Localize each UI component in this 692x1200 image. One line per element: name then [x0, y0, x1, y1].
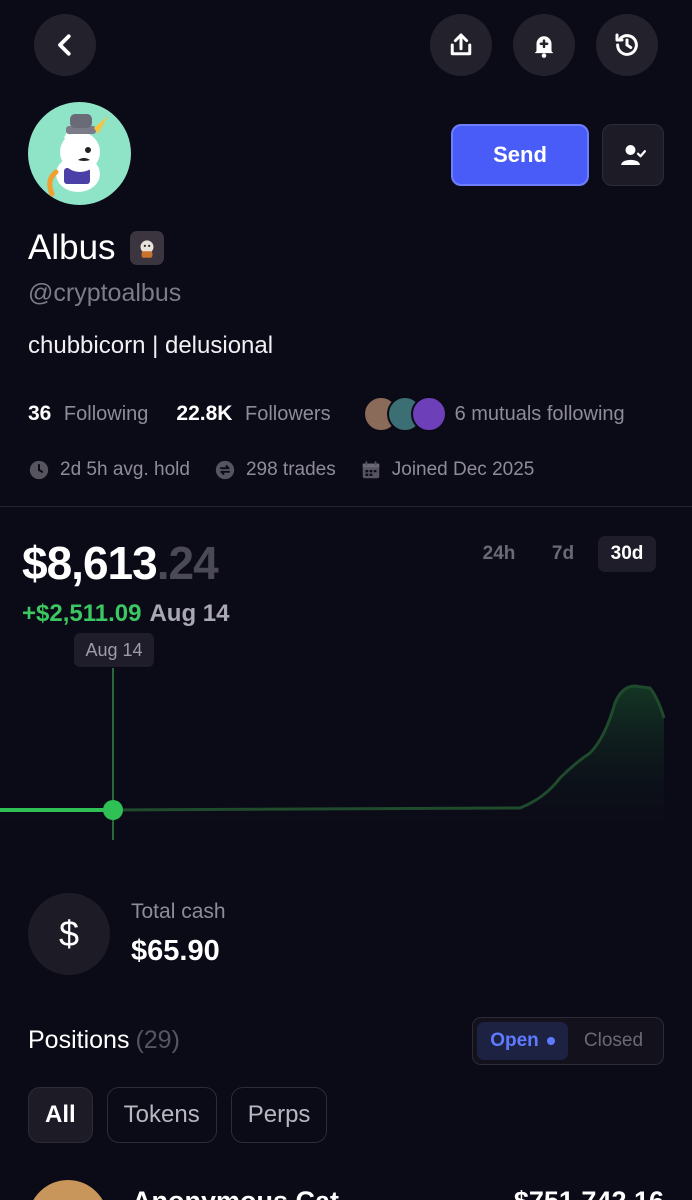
followers-label: Followers	[245, 403, 331, 425]
user-check-icon	[621, 145, 646, 165]
follow-button[interactable]	[602, 124, 664, 186]
period-7d[interactable]: 7d	[534, 536, 592, 572]
followers-count: 22.8K	[176, 402, 233, 425]
positions-label: Positions	[28, 1026, 130, 1054]
profile-avatar[interactable]	[28, 102, 131, 205]
following-count: 36	[28, 402, 52, 425]
toggle-closed[interactable]: Closed	[568, 1022, 659, 1060]
profile-stats: 36 Following 22.8K Followers 6 mutuals f…	[28, 396, 625, 432]
chart-cursor-dot[interactable]	[103, 800, 123, 820]
send-button[interactable]: Send	[451, 124, 589, 186]
portfolio-value: $8,613.24	[22, 536, 219, 590]
portfolio-value-cents: .24	[156, 537, 219, 589]
mutuals-avatars[interactable]	[362, 396, 451, 432]
following-label: Following	[63, 403, 149, 425]
chevron-left-icon	[58, 34, 71, 56]
cash-value: $65.90	[131, 935, 220, 967]
swap-icon	[215, 460, 235, 480]
mutuals-label[interactable]: 6 mutuals following	[455, 403, 625, 426]
section-divider	[0, 506, 692, 507]
portfolio-change: +$2,511.09 Aug 14	[22, 600, 229, 628]
position-row[interactable]: Anonymous Cat $751,742.16	[28, 1180, 664, 1200]
mutual-avatar	[410, 396, 447, 432]
notify-button[interactable]	[513, 14, 575, 76]
portfolio-chart[interactable]	[0, 668, 692, 850]
portfolio-change-amount: +$2,511.09	[22, 600, 142, 627]
filter-all[interactable]: All	[28, 1087, 93, 1143]
token-value: $751,742.16	[514, 1186, 664, 1200]
history-button[interactable]	[596, 14, 658, 76]
calendar-icon	[362, 461, 379, 479]
avg-hold: 2d 5h avg. hold	[60, 459, 190, 480]
share-icon	[450, 33, 472, 56]
positions-title: Positions (29)	[28, 1026, 180, 1055]
toggle-open[interactable]: Open	[477, 1022, 568, 1060]
profile-bio: chubbicorn | delusional	[28, 332, 274, 359]
token-name: Anonymous Cat	[132, 1186, 339, 1200]
profile-name-text: Albus	[28, 228, 116, 267]
period-24h[interactable]: 24h	[470, 536, 528, 572]
filter-tokens[interactable]: Tokens	[106, 1087, 217, 1143]
unicorn-avatar-image	[47, 114, 108, 197]
position-filters: All Tokens Perps	[28, 1087, 328, 1143]
share-button[interactable]	[430, 14, 492, 76]
trades-count: 298 trades	[245, 459, 336, 480]
filter-perps[interactable]: Perps	[230, 1087, 328, 1143]
chart-area	[0, 686, 664, 850]
toggle-open-label: Open	[490, 1030, 539, 1051]
bell-plus-icon	[534, 36, 554, 58]
period-30d[interactable]: 30d	[598, 536, 656, 572]
chart-tooltip: Aug 14	[74, 633, 154, 667]
joined-date: Joined Dec 2025	[391, 459, 535, 480]
positions-toggle: Open Closed	[472, 1017, 664, 1065]
profile-meta: 2d 5h avg. hold 298 trades Joined Dec 20…	[28, 459, 534, 481]
active-dot-icon	[546, 1037, 555, 1045]
cash-label: Total cash	[131, 900, 226, 923]
profile-handle: @cryptoalbus	[28, 279, 182, 307]
dollar-icon: $	[28, 893, 110, 975]
profile-name: Albus	[28, 228, 164, 268]
clock-icon	[29, 460, 49, 480]
history-icon	[615, 33, 638, 56]
token-avatar	[28, 1180, 108, 1200]
period-selector: 24h 7d 30d	[470, 536, 656, 572]
profile-badge-icon	[129, 231, 164, 265]
following-stat[interactable]: 36 Following	[28, 402, 148, 426]
positions-count: (29)	[135, 1026, 180, 1054]
portfolio-value-main: $8,613	[22, 537, 158, 589]
portfolio-change-date: Aug 14	[149, 600, 230, 627]
back-button[interactable]	[34, 14, 96, 76]
followers-stat[interactable]: 22.8K Followers	[176, 402, 330, 426]
